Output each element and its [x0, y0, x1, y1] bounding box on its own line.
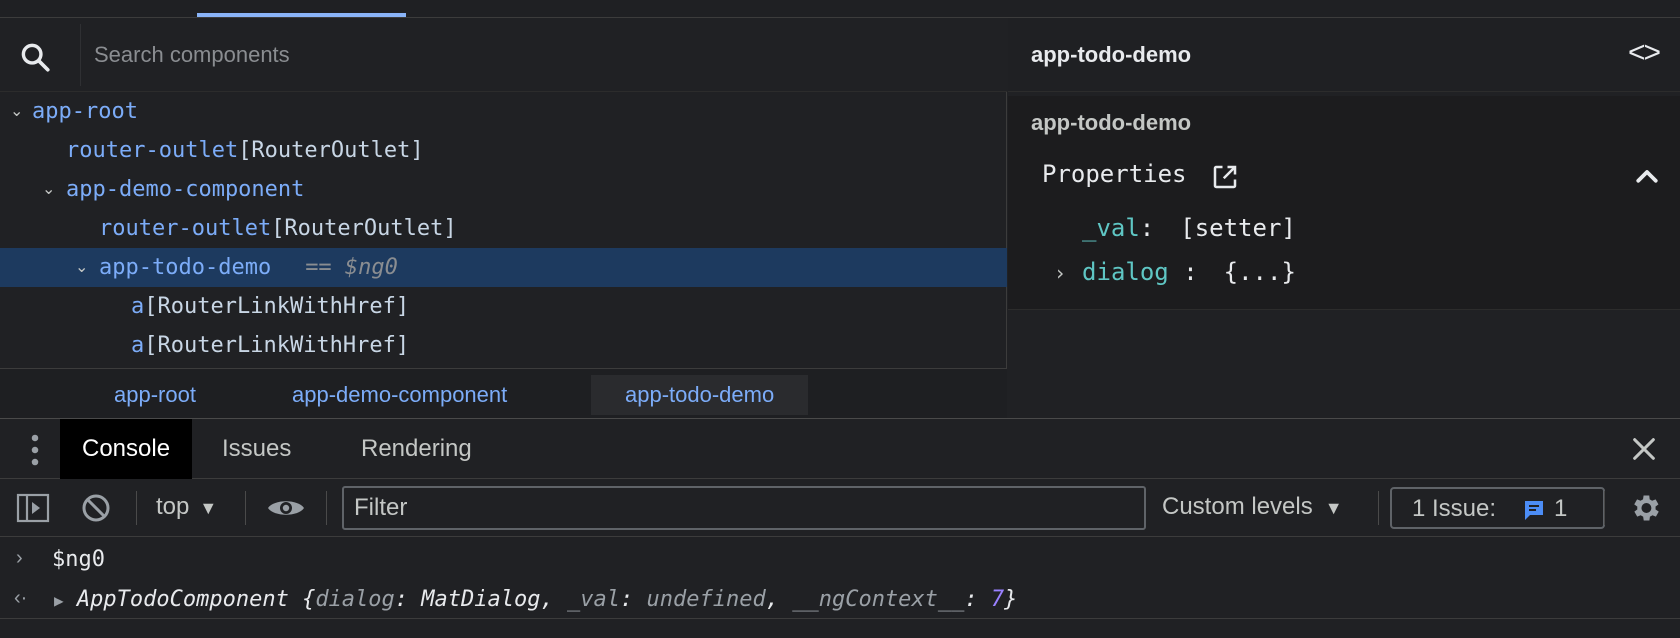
details-header: app-todo-demo <> — [1008, 18, 1680, 92]
console-input-line: › $ng0 — [0, 539, 1680, 579]
issues-count: 1 — [1554, 495, 1568, 522]
console-filter-input[interactable] — [342, 486, 1146, 530]
tree-node-tag: router-outlet — [66, 138, 239, 163]
property-separator: : — [1168, 258, 1198, 286]
result-open-brace: { — [302, 587, 316, 612]
tree-node-tag: app-root — [32, 99, 138, 124]
context-selector-label: top — [156, 493, 190, 520]
result-key: _val — [567, 587, 620, 612]
property-key: _val — [1082, 214, 1140, 242]
toolbar-separator — [326, 491, 327, 525]
tab-console[interactable]: Console — [60, 419, 193, 479]
chevron-down-icon[interactable]: ⌄ — [75, 248, 93, 287]
property-value: {...} — [1223, 258, 1296, 286]
tree-node-tag: router-outlet — [99, 216, 272, 241]
breadcrumb-item-app-root[interactable]: app-root — [80, 375, 230, 415]
component-tree: ⌄ app-root router-outlet[RouterOutlet] ⌄… — [0, 92, 1007, 368]
chevron-up-icon[interactable] — [1632, 162, 1662, 192]
tree-node-app-demo-component[interactable]: ⌄ app-demo-component — [0, 170, 1007, 209]
result-value: MatDialog — [421, 587, 541, 612]
result-key: __ngContext__ — [792, 587, 965, 612]
more-options-icon[interactable] — [26, 433, 44, 467]
result-close-brace: } — [1004, 587, 1018, 612]
log-levels-dropdown[interactable]: Custom levels ▼ — [1162, 493, 1343, 521]
property-key: dialog — [1082, 258, 1169, 286]
tree-node-tag: a — [131, 333, 145, 358]
chevron-right-icon: › — [16, 547, 23, 569]
live-expression-eye-icon[interactable] — [266, 495, 306, 521]
component-tree-pane: ⌄ app-root router-outlet[RouterOutlet] ⌄… — [0, 18, 1007, 418]
toggle-sidebar-icon[interactable] — [16, 493, 50, 523]
search-components-input[interactable] — [94, 36, 974, 74]
tree-node-router-outlet[interactable]: router-outlet[RouterOutlet] — [0, 131, 1007, 170]
console-output: › $ng0 ‹· ▶ AppTodoComponent {dialog: Ma… — [0, 537, 1680, 638]
search-row — [0, 18, 1007, 92]
console-drawer: Console Issues Rendering top ▼ Custom lev… — [0, 418, 1680, 638]
property-value: [setter] — [1180, 214, 1296, 242]
search-divider — [80, 24, 81, 86]
issues-counter-button[interactable]: 1 Issue: 1 — [1390, 487, 1605, 529]
ng-ref-label: == $ng0 — [305, 255, 398, 280]
context-selector[interactable]: top ▼ — [156, 493, 217, 521]
tree-node-directive: [RouterOutlet] — [271, 216, 457, 241]
active-tab-indicator — [197, 13, 406, 17]
close-icon[interactable] — [1630, 435, 1658, 463]
tree-node-anchor[interactable]: a[RouterLinkWithHref] — [0, 326, 1007, 365]
breadcrumb-item-app-demo-component[interactable]: app-demo-component — [258, 375, 541, 415]
console-input-text: $ng0 — [52, 547, 105, 572]
tree-node-app-root[interactable]: ⌄ app-root — [0, 92, 1007, 131]
open-external-icon[interactable] — [1210, 162, 1240, 192]
result-value: undefined — [646, 587, 766, 612]
issues-label: 1 Issue: — [1412, 495, 1497, 522]
tree-node-tag: app-todo-demo — [99, 255, 272, 280]
result-arrow-icon: ‹· — [14, 587, 28, 609]
tree-node-tag: a — [131, 294, 145, 319]
properties-section-header[interactable]: Properties — [1042, 156, 1672, 196]
details-title: app-todo-demo — [1031, 42, 1192, 67]
property-separator: : — [1139, 214, 1155, 242]
dropdown-arrow-icon: ▼ — [1324, 498, 1343, 518]
breadcrumb-item-app-todo-demo[interactable]: app-todo-demo — [591, 375, 809, 415]
chevron-down-icon[interactable]: ⌄ — [42, 170, 60, 209]
settings-gear-icon[interactable] — [1628, 491, 1662, 525]
tree-node-anchor[interactable]: a[RouterLinkWithHref] — [0, 287, 1007, 326]
tab-issues[interactable]: Issues — [200, 419, 313, 479]
console-result-text: ▶ AppTodoComponent {dialog: MatDialog, _… — [54, 587, 1018, 612]
properties-card: app-todo-demo Properties _val: [setter] ›… — [1008, 96, 1680, 310]
toolbar-separator — [245, 491, 246, 525]
log-levels-label: Custom levels — [1162, 493, 1313, 520]
console-result-line[interactable]: ‹· ▶ AppTodoComponent {dialog: MatDialog… — [0, 579, 1680, 619]
breadcrumb: app-root app-demo-component app-todo-dem… — [0, 368, 1007, 418]
tree-node-tag: app-demo-component — [66, 177, 305, 202]
drawer-tabbar: Console Issues Rendering — [0, 419, 1680, 479]
chevron-right-icon[interactable]: › — [1054, 261, 1066, 285]
tree-node-router-outlet[interactable]: router-outlet[RouterOutlet] — [0, 209, 1007, 248]
expand-triangle-icon[interactable]: ▶ — [54, 591, 64, 610]
result-key: dialog — [315, 587, 395, 612]
result-value: 7 — [990, 587, 1005, 612]
property-row-dialog[interactable]: › dialog : {...} — [1054, 258, 1296, 286]
result-class-name: AppTodoComponent — [76, 587, 289, 612]
tree-node-directive: [RouterOutlet] — [238, 138, 424, 163]
property-row-val[interactable]: _val: [setter] — [1082, 214, 1296, 242]
view-source-icon[interactable]: <> — [1628, 36, 1661, 70]
component-name: app-todo-demo — [1031, 110, 1192, 135]
issue-message-icon — [1525, 501, 1543, 520]
tab-rendering[interactable]: Rendering — [339, 419, 494, 479]
tree-node-app-todo-demo-selected[interactable]: ⌄ app-todo-demo == $ng0 — [0, 248, 1007, 287]
toolbar-separator — [1604, 491, 1605, 525]
toolbar-separator — [1378, 491, 1379, 525]
dropdown-arrow-icon: ▼ — [199, 498, 218, 518]
tree-node-directive: [RouterLinkWithHref] — [144, 333, 410, 358]
console-toolbar: top ▼ Custom levels ▼ 1 Issue: 1 — [0, 479, 1680, 537]
properties-label: Properties — [1042, 160, 1187, 188]
property-details-pane: app-todo-demo <> app-todo-demo Propertie… — [1008, 18, 1680, 418]
clear-console-icon[interactable] — [81, 493, 111, 523]
chevron-down-icon[interactable]: ⌄ — [10, 92, 28, 131]
devtools-top-tabstrip — [0, 0, 1680, 18]
tree-node-directive: [RouterLinkWithHref] — [144, 294, 410, 319]
search-icon[interactable] — [18, 40, 52, 74]
toolbar-separator — [136, 491, 137, 525]
